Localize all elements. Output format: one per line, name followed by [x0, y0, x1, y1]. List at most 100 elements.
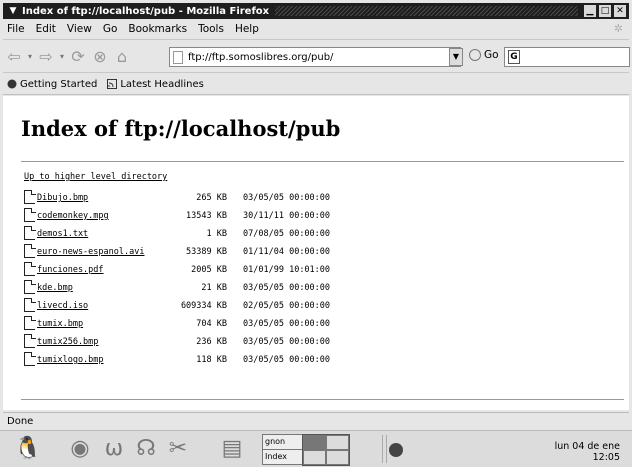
- status-text: Done: [7, 415, 34, 427]
- firefox-launcher-icon[interactable]: ◉: [66, 435, 94, 463]
- browser-window: ▼ Index of ftp://localhost/pub - Mozilla…: [0, 0, 632, 467]
- file-icon: [24, 226, 36, 240]
- file-link[interactable]: kde.bmp: [37, 283, 73, 293]
- title-bar-hatch: [275, 6, 578, 16]
- file-link[interactable]: Dibujo.bmp: [37, 193, 88, 203]
- file-size: 609334 KB: [180, 301, 227, 311]
- page-title: Index of ftp://localhost/pub: [21, 116, 341, 141]
- taskbar-separator[interactable]: [382, 435, 387, 463]
- file-link[interactable]: demos1.txt: [37, 229, 88, 239]
- file-date: 03/05/05 00:00:00: [243, 337, 331, 347]
- throbber-icon: ✲: [613, 22, 623, 35]
- task-button-index[interactable]: Index: [262, 449, 304, 465]
- url-dropdown-button[interactable]: ▼: [449, 48, 463, 66]
- back-icon[interactable]: ⇦: [3, 45, 25, 67]
- bookmark-label: Latest Headlines: [120, 78, 204, 90]
- page-icon: [173, 50, 183, 64]
- menu-view[interactable]: View: [67, 23, 92, 35]
- menu-file[interactable]: File: [7, 23, 25, 35]
- go-icon: [469, 49, 481, 61]
- workspace-pager[interactable]: [302, 434, 350, 466]
- taskbar: 🐧 ◉ ω ☊ ✂ ▤ gnon Index lun 04 de ene 12:…: [0, 430, 632, 467]
- menu-edit[interactable]: Edit: [36, 23, 56, 35]
- list-item: euro-news-espanol.avi 53389 KB 01/11/04 …: [24, 243, 344, 261]
- go-button[interactable]: Go: [469, 49, 499, 61]
- workspace-3[interactable]: [303, 450, 326, 465]
- task-button-gnon[interactable]: gnon: [262, 434, 304, 450]
- bookmark-getting-started[interactable]: Getting Started: [7, 79, 97, 90]
- file-link[interactable]: tumix.bmp: [37, 319, 83, 329]
- clock-time: 12:05: [592, 452, 620, 463]
- bookmark-label: Getting Started: [20, 78, 98, 90]
- search-input[interactable]: G: [504, 47, 630, 67]
- menu-bar: File Edit View Go Bookmarks Tools Help ✲: [3, 20, 629, 37]
- forward-dropdown-icon[interactable]: ▾: [57, 45, 67, 67]
- maximize-button[interactable]: □: [599, 5, 611, 17]
- list-item: tumix256.bmp 236 KB 03/05/05 00:00:00: [24, 333, 344, 351]
- up-directory-link[interactable]: Up to higher level directory: [24, 172, 167, 182]
- go-label: Go: [484, 49, 499, 61]
- penguin-menu-icon[interactable]: 🐧: [14, 435, 42, 463]
- file-link[interactable]: funciones.pdf: [37, 265, 104, 275]
- list-item: tumix.bmp 704 KB 03/05/05 00:00:00: [24, 315, 344, 333]
- tools-launcher-icon[interactable]: ✂: [164, 435, 192, 463]
- menu-go[interactable]: Go: [103, 23, 118, 35]
- file-size: 265 KB: [196, 193, 227, 203]
- window-title: Index of ftp://localhost/pub - Mozilla F…: [22, 5, 270, 17]
- close-button[interactable]: ✕: [614, 5, 626, 17]
- file-size: 2005 KB: [191, 265, 227, 275]
- menu-bookmarks[interactable]: Bookmarks: [128, 23, 187, 35]
- menu-help[interactable]: Help: [235, 23, 259, 35]
- file-size: 13543 KB: [186, 211, 227, 221]
- menu-tools[interactable]: Tools: [198, 23, 224, 35]
- firefox-icon: [7, 79, 17, 89]
- navigation-toolbar: ⇦ ▾ ⇨ ▾ ⟳ ⊗ ⌂ ftp://ftp.somoslibres.org/…: [3, 39, 630, 73]
- file-icon: [24, 298, 36, 312]
- list-item: kde.bmp 21 KB 03/05/05 00:00:00: [24, 279, 344, 297]
- printer-icon[interactable]: ▤: [218, 435, 246, 463]
- file-icon: [24, 352, 36, 366]
- file-link[interactable]: livecd.iso: [37, 301, 88, 311]
- workspace-1[interactable]: [303, 435, 326, 450]
- google-search-icon: G: [508, 50, 520, 64]
- url-bar[interactable]: ftp://ftp.somoslibres.org/pub/: [169, 47, 461, 67]
- home-icon[interactable]: ⌂: [111, 45, 133, 67]
- list-item: livecd.iso 609334 KB 02/05/05 00:00:00: [24, 297, 344, 315]
- workspace-4[interactable]: [326, 450, 349, 465]
- clock[interactable]: lun 04 de ene 12:05: [555, 441, 620, 463]
- file-date: 01/11/04 00:00:00: [243, 247, 331, 257]
- clock-date: lun 04 de ene: [554, 441, 620, 452]
- window-menu-icon[interactable]: ▼: [8, 6, 18, 16]
- stop-icon[interactable]: ⊗: [89, 45, 111, 67]
- file-size: 53389 KB: [186, 247, 227, 257]
- minimize-button[interactable]: ▁: [584, 5, 596, 17]
- file-link[interactable]: euro-news-espanol.avi: [37, 247, 144, 257]
- applet-icon[interactable]: [389, 443, 403, 457]
- workspace-2[interactable]: [326, 435, 349, 450]
- file-date: 07/08/05 00:00:00: [243, 229, 331, 239]
- list-item: codemonkey.mpg 13543 KB 30/11/11 00:00:0…: [24, 207, 344, 225]
- file-link[interactable]: tumixlogo.bmp: [37, 355, 104, 365]
- chat-launcher-icon[interactable]: ☊: [132, 435, 160, 463]
- app-launcher-icon[interactable]: ω: [100, 435, 128, 463]
- bookmark-latest-headlines[interactable]: Latest Headlines: [107, 79, 204, 90]
- rss-icon: [107, 79, 118, 89]
- list-item: demos1.txt 1 KB 07/08/05 00:00:00: [24, 225, 344, 243]
- list-item: tumixlogo.bmp 118 KB 03/05/05 00:00:00: [24, 351, 344, 369]
- back-dropdown-icon[interactable]: ▾: [25, 45, 35, 67]
- file-icon: [24, 334, 36, 348]
- title-bar[interactable]: ▼ Index of ftp://localhost/pub - Mozilla…: [3, 3, 629, 19]
- reload-icon[interactable]: ⟳: [67, 45, 89, 67]
- file-icon: [24, 190, 36, 204]
- file-icon: [24, 262, 36, 276]
- file-link[interactable]: tumix256.bmp: [37, 337, 98, 347]
- file-date: 03/05/05 00:00:00: [243, 319, 331, 329]
- file-icon: [24, 316, 36, 330]
- file-date: 03/05/05 00:00:00: [243, 283, 331, 293]
- bookmarks-toolbar: Getting Started Latest Headlines: [3, 74, 629, 95]
- file-link[interactable]: codemonkey.mpg: [37, 211, 109, 221]
- list-item: funciones.pdf 2005 KB 01/01/99 10:01:00: [24, 261, 344, 279]
- forward-icon[interactable]: ⇨: [35, 45, 57, 67]
- list-item: Dibujo.bmp 265 KB 03/05/05 00:00:00: [24, 189, 344, 207]
- url-input[interactable]: ftp://ftp.somoslibres.org/pub/: [188, 52, 333, 63]
